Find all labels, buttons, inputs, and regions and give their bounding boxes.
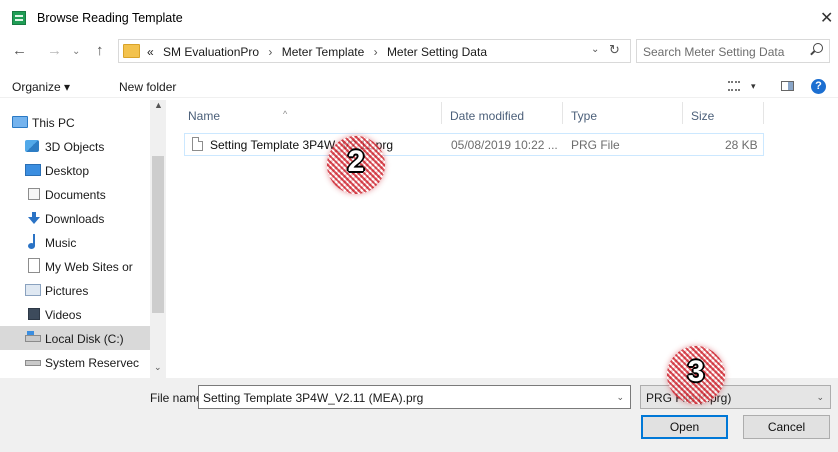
column-label: Type xyxy=(571,109,598,123)
sidebar-item-videos[interactable]: Videos xyxy=(25,302,149,326)
browse-reading-template-dialog: Browse Reading Template ✕ ← → ⌄ ↑ « SM E… xyxy=(0,0,838,452)
pictures-icon xyxy=(25,284,41,296)
sidebar-item-label: System Reservec xyxy=(45,356,140,370)
sidebar-item-label: This PC xyxy=(32,116,75,130)
cancel-button[interactable]: Cancel xyxy=(743,415,830,439)
title-bar: Browse Reading Template ✕ xyxy=(0,0,838,34)
desktop-icon xyxy=(25,164,41,176)
sidebar-item-documents[interactable]: Documents xyxy=(25,182,149,206)
column-header-type[interactable]: Type xyxy=(563,100,683,126)
sidebar-item-label: Local Disk (C:) xyxy=(45,332,124,346)
search-input[interactable]: Search Meter Setting Data xyxy=(643,45,784,59)
column-label: Name xyxy=(188,109,221,123)
new-folder-button[interactable]: New folder xyxy=(119,80,176,94)
search-icon[interactable] xyxy=(813,43,823,53)
file-row[interactable]: Setting Template 3P4W_V2.11.prg 05/08/20… xyxy=(184,133,764,156)
breadcrumb-meter-template[interactable]: Meter Template xyxy=(282,45,364,59)
chevron-down-icon[interactable]: ⌄ xyxy=(616,392,624,403)
address-bar[interactable]: « SM EvaluationPro › Meter Template › Me… xyxy=(118,39,631,63)
downloads-icon xyxy=(28,212,40,224)
sort-ascending-icon: ^ xyxy=(283,109,288,119)
sidebar-item-label: Downloads xyxy=(45,212,105,226)
search-box[interactable]: Search Meter Setting Data xyxy=(636,39,830,63)
column-header-date-modified[interactable]: Date modified xyxy=(442,100,562,126)
videos-icon xyxy=(28,308,40,320)
sidebar-item-3d-objects[interactable]: 3D Objects xyxy=(25,134,149,158)
navigation-row: ← → ⌄ ↑ « SM EvaluationPro › Meter Templ… xyxy=(0,38,838,66)
breadcrumb: « SM EvaluationPro › Meter Template › Me… xyxy=(147,45,487,59)
sidebar-item-system-reserved[interactable]: System Reservec xyxy=(25,350,149,374)
computer-icon xyxy=(12,116,28,128)
column-header-size[interactable]: Size xyxy=(683,100,763,126)
column-header-name[interactable]: Name ^ xyxy=(174,100,437,126)
step-marker-3: 3 xyxy=(667,346,725,404)
window-title: Browse Reading Template xyxy=(37,11,183,25)
3d-objects-icon xyxy=(25,140,39,152)
breadcrumb-overflow[interactable]: « xyxy=(147,45,154,59)
address-dropdown-icon[interactable]: ⌄ xyxy=(591,44,599,55)
sidebar-item-desktop[interactable]: Desktop xyxy=(25,158,149,182)
music-icon xyxy=(28,234,40,249)
chevron-down-icon[interactable]: ⌄ xyxy=(816,392,824,403)
scroll-thumb[interactable] xyxy=(152,156,164,313)
breadcrumb-meter-setting-data[interactable]: Meter Setting Data xyxy=(387,45,487,59)
scroll-down-icon[interactable]: ⌄ xyxy=(154,362,162,373)
web-sites-icon xyxy=(28,258,40,273)
change-view-icon[interactable] xyxy=(728,81,740,91)
file-list: Name ^ Date modified Type Size Setting T… xyxy=(174,100,838,378)
help-icon[interactable]: ? xyxy=(811,79,826,94)
close-icon[interactable]: ✕ xyxy=(820,8,833,28)
sidebar-item-music[interactable]: Music xyxy=(25,230,149,254)
back-arrow-icon[interactable]: ← xyxy=(12,42,27,59)
refresh-icon[interactable]: ↻ xyxy=(609,42,620,58)
app-icon xyxy=(12,11,26,25)
breadcrumb-separator-icon[interactable]: › xyxy=(374,45,378,59)
sidebar-item-my-web-sites[interactable]: My Web Sites or xyxy=(25,254,149,278)
sidebar-item-label: 3D Objects xyxy=(45,140,105,154)
view-options-dropdown-icon[interactable]: ▾ xyxy=(751,81,756,92)
drive-icon xyxy=(25,360,41,366)
file-size: 28 KB xyxy=(725,138,758,152)
sidebar-item-label: Music xyxy=(45,236,77,250)
sidebar-item-this-pc[interactable]: This PC xyxy=(12,110,149,134)
file-name-input[interactable]: Setting Template 3P4W_V2.11 (MEA).prg xyxy=(203,391,423,405)
sidebar-item-label: Pictures xyxy=(45,284,89,298)
local-disk-icon xyxy=(25,331,41,342)
column-label: Date modified xyxy=(450,109,525,123)
forward-arrow-icon[interactable]: → xyxy=(47,42,62,59)
up-arrow-icon[interactable]: ↑ xyxy=(96,42,104,59)
step-number: 2 xyxy=(347,145,365,178)
command-bar: Organize ▾ New folder ▾ ? xyxy=(0,68,838,98)
column-divider[interactable] xyxy=(763,102,764,124)
recent-locations-dropdown-icon[interactable]: ⌄ xyxy=(72,46,80,57)
sidebar-item-label: Documents xyxy=(45,188,106,202)
sidebar-item-label: Desktop xyxy=(45,164,90,178)
documents-icon xyxy=(28,188,40,200)
file-date-modified: 05/08/2019 10:22 ... xyxy=(451,138,558,152)
column-label: Size xyxy=(691,109,715,123)
step-marker-2: 2 xyxy=(327,136,385,194)
sidebar-item-label: My Web Sites or xyxy=(45,260,133,274)
file-type: PRG File xyxy=(571,138,620,152)
sidebar-item-label: Videos xyxy=(45,308,82,322)
preview-pane-icon[interactable] xyxy=(781,81,794,91)
sidebar-scrollbar[interactable]: ▲ ⌄ xyxy=(150,100,166,378)
sidebar-item-pictures[interactable]: Pictures xyxy=(25,278,149,302)
sidebar-item-local-disk[interactable]: Local Disk (C:) xyxy=(0,326,150,350)
scroll-up-icon[interactable]: ▲ xyxy=(154,100,163,110)
folder-icon xyxy=(123,44,140,58)
open-button[interactable]: Open xyxy=(641,415,728,439)
organize-button[interactable]: Organize ▾ xyxy=(12,80,70,94)
breadcrumb-separator-icon[interactable]: › xyxy=(268,45,272,59)
step-number: 3 xyxy=(687,355,705,388)
breadcrumb-sm-evaluationpro[interactable]: SM EvaluationPro xyxy=(163,45,259,59)
sidebar-item-downloads[interactable]: Downloads xyxy=(25,206,149,230)
navigation-pane: This PC 3D Objects Desktop Documents Dow… xyxy=(0,100,166,378)
file-icon xyxy=(192,137,203,151)
file-name-combobox[interactable]: Setting Template 3P4W_V2.11 (MEA).prg ⌄ xyxy=(198,385,631,409)
